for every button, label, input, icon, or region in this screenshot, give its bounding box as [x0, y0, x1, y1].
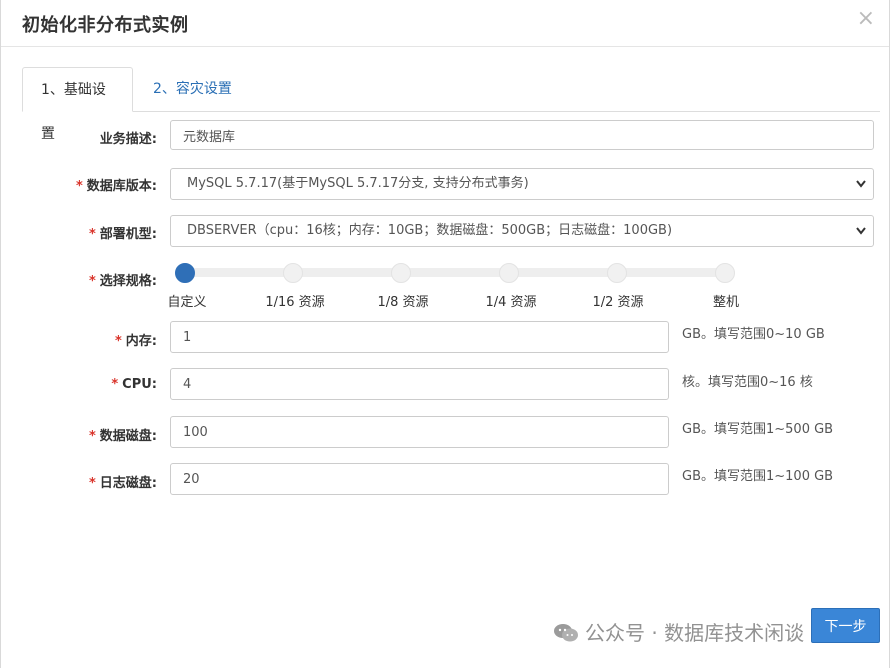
init-instance-dialog: 初始化非分布式实例 × 1、基础设置 2、容灾设置 业务描述: *数据库版本: …: [0, 0, 890, 668]
deploy-machine-label: * 部署机型:: [88, 227, 157, 242]
cpu-hint: 核。填写范围0~16 核: [682, 375, 813, 390]
required-mark: *: [114, 334, 122, 349]
spec-option-custom[interactable]: 自定义: [167, 291, 206, 310]
spec-slider-stop[interactable]: [283, 263, 303, 283]
spec-option-1-2[interactable]: 1/2 资源: [592, 291, 643, 310]
spec-slider-stop[interactable]: [391, 263, 411, 283]
close-icon[interactable]: ×: [857, 8, 875, 30]
spec-option-1-4[interactable]: 1/4 资源: [485, 291, 536, 310]
chevron-down-icon: [855, 216, 867, 257]
required-mark: *: [88, 476, 96, 491]
required-mark: *: [75, 179, 83, 194]
tab-basic-settings[interactable]: 1、基础设置: [22, 67, 133, 142]
spec-slider-stop[interactable]: [499, 263, 519, 283]
log-disk-label: * 日志磁盘:: [88, 476, 157, 491]
chevron-down-icon: [855, 169, 867, 210]
spec-option-1-16[interactable]: 1/16 资源: [265, 291, 324, 310]
watermark: 公众号 · 数据库技术闲谈: [553, 617, 804, 646]
deploy-machine-select[interactable]: DBSERVER（cpu：16核；内存：10GB；数据磁盘：500GB；日志磁盘…: [170, 215, 874, 247]
data-disk-hint: GB。填写范围1~500 GB: [682, 422, 834, 437]
required-mark: *: [88, 274, 96, 289]
memory-input[interactable]: [170, 321, 669, 353]
spec-slider-handle[interactable]: [175, 263, 195, 283]
tab-bar: 1、基础设置 2、容灾设置: [22, 67, 880, 142]
next-step-button[interactable]: 下一步: [811, 608, 880, 643]
required-mark: *: [111, 377, 119, 392]
watermark-text: 公众号 · 数据库技术闲谈: [585, 621, 805, 645]
data-disk-input[interactable]: [170, 416, 669, 448]
db-version-select[interactable]: MySQL 5.7.17(基于MySQL 5.7.17分支, 支持分布式事务): [170, 168, 874, 200]
required-mark: *: [88, 429, 96, 444]
db-version-value: MySQL 5.7.17(基于MySQL 5.7.17分支, 支持分布式事务): [187, 176, 529, 191]
spec-slider-stop[interactable]: [715, 263, 735, 283]
cpu-input[interactable]: [170, 368, 669, 400]
dialog-title: 初始化非分布式实例: [22, 15, 189, 36]
spec-slider-track[interactable]: [184, 268, 732, 277]
db-version-label: * 数据库版本:: [75, 179, 157, 194]
memory-hint: GB。填写范围0~10 GB: [682, 327, 825, 342]
log-disk-hint: GB。填写范围1~100 GB: [682, 469, 834, 484]
spec-option-whole-machine[interactable]: 整机: [713, 291, 739, 310]
cpu-label: * CPU:: [111, 377, 157, 392]
tab-disaster-recovery-settings[interactable]: 2、容灾设置: [135, 67, 250, 111]
memory-label: * 内存:: [114, 334, 157, 349]
spec-slider-stop[interactable]: [607, 263, 627, 283]
deploy-machine-value: DBSERVER（cpu：16核；内存：10GB；数据磁盘：500GB；日志磁盘…: [187, 223, 673, 238]
required-mark: *: [88, 227, 96, 242]
title-divider: [1, 46, 889, 47]
spec-option-1-8[interactable]: 1/8 资源: [377, 291, 428, 310]
data-disk-label: * 数据磁盘:: [88, 429, 157, 444]
log-disk-input[interactable]: [170, 463, 669, 495]
spec-label: * 选择规格:: [88, 274, 157, 289]
business-desc-label: 业务描述:: [99, 132, 157, 147]
wechat-icon: [553, 623, 579, 643]
business-desc-input[interactable]: [170, 120, 874, 150]
